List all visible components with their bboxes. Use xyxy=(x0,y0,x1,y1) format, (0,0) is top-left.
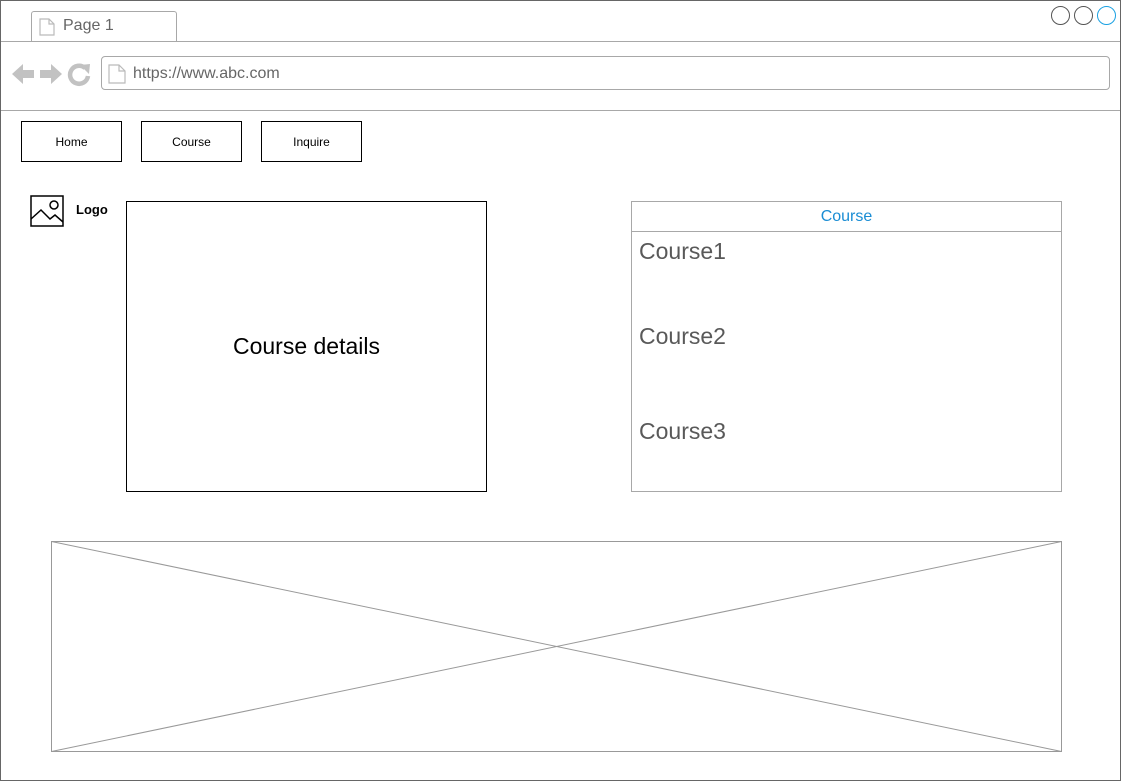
course-list-title: Course xyxy=(820,207,873,225)
course-button[interactable]: Course xyxy=(141,121,242,162)
home-button[interactable]: Home xyxy=(21,121,122,162)
navigation-controls xyxy=(11,61,91,92)
list-item[interactable]: Course2 xyxy=(639,323,726,350)
maximize-button[interactable] xyxy=(1074,6,1093,25)
list-item[interactable]: Course3 xyxy=(639,418,726,445)
document-icon xyxy=(108,64,126,89)
forward-arrow-icon[interactable] xyxy=(39,61,63,92)
url-text: https://www.abc.com xyxy=(133,65,280,82)
browser-tab[interactable]: Page 1 xyxy=(31,11,177,42)
reload-icon[interactable] xyxy=(67,61,91,92)
image-icon xyxy=(30,195,64,233)
inquire-button[interactable]: Inquire xyxy=(261,121,362,162)
tab-label: Page 1 xyxy=(63,17,114,34)
course-details-panel: Course details xyxy=(126,201,487,492)
minimize-button[interactable] xyxy=(1051,6,1070,25)
back-arrow-icon[interactable] xyxy=(11,61,35,92)
address-bar[interactable]: https://www.abc.com xyxy=(101,56,1110,90)
close-button[interactable] xyxy=(1097,6,1116,25)
browser-window: Page 1 https://www.abc.com Home Course I… xyxy=(0,0,1121,781)
image-placeholder xyxy=(51,541,1062,757)
tabbar-divider xyxy=(1,41,1120,42)
list-item[interactable]: Course1 xyxy=(639,238,726,265)
window-controls xyxy=(1051,6,1116,25)
document-icon xyxy=(39,18,55,41)
chrome-divider xyxy=(1,110,1120,111)
course-list-header: Course xyxy=(632,202,1061,232)
logo-label: Logo xyxy=(76,202,108,217)
course-list: Course Course1 Course2 Course3 xyxy=(631,201,1062,492)
course-details-title: Course details xyxy=(232,333,381,359)
